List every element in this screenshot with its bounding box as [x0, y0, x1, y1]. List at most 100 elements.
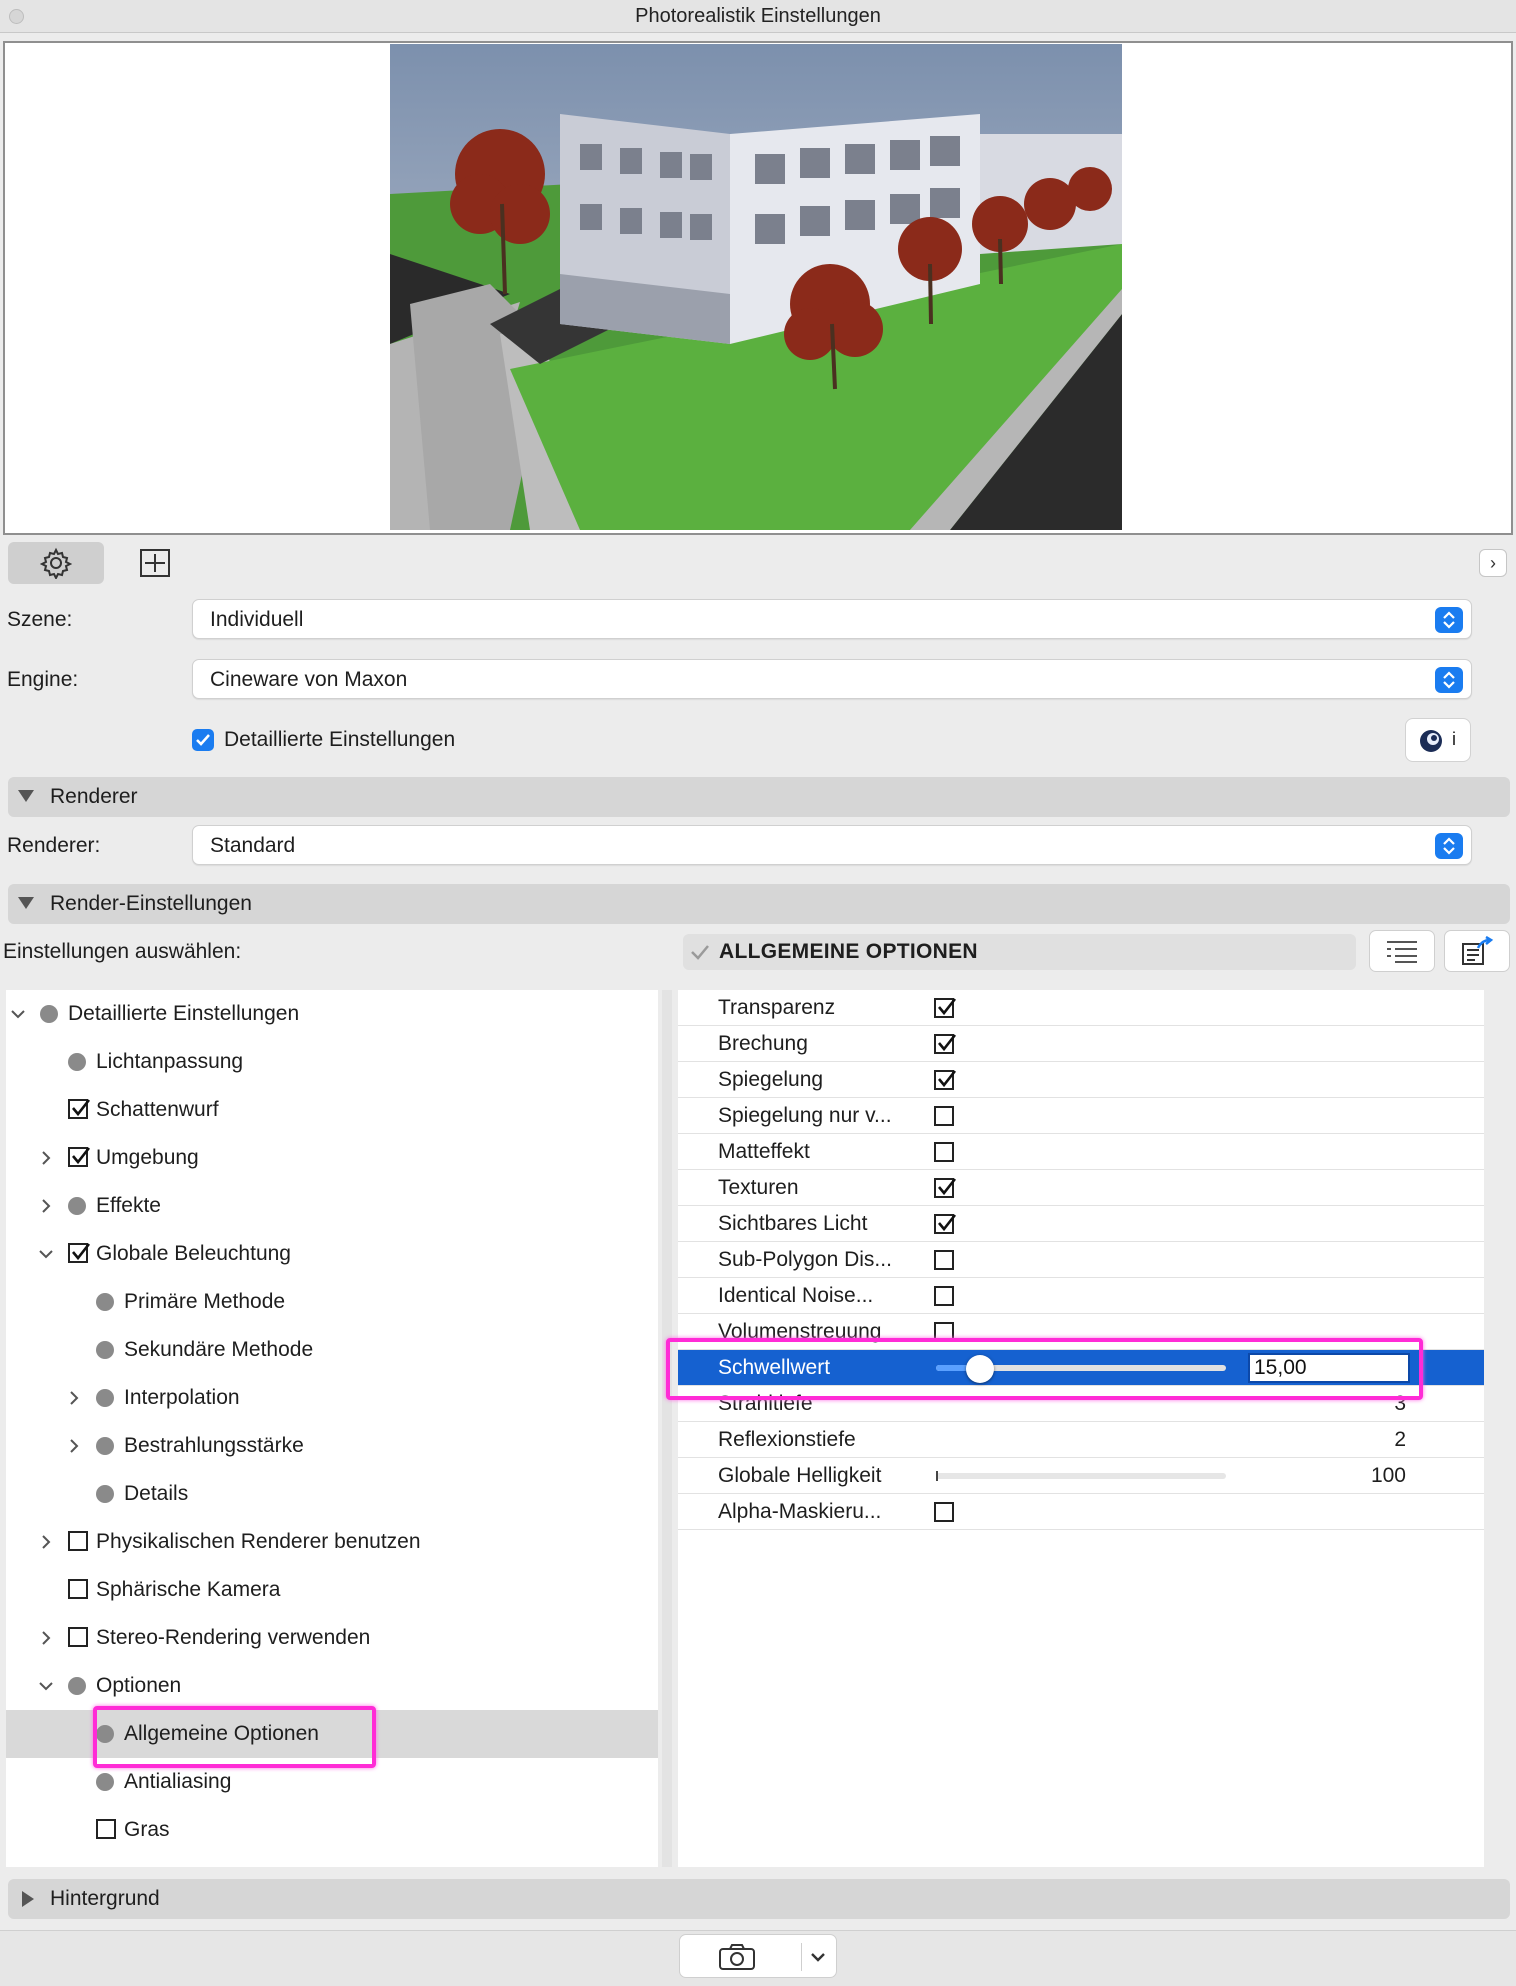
bullet-icon: [68, 1677, 86, 1695]
property-name: Globale Helligkeit: [718, 1464, 882, 1487]
chevron-down-icon[interactable]: [36, 1676, 56, 1696]
tree-row[interactable]: Globale Beleuchtung: [6, 1230, 658, 1278]
chevron-right-icon[interactable]: [64, 1436, 84, 1456]
property-row[interactable]: Globale Helligkeit 100: [678, 1458, 1484, 1494]
tree-row[interactable]: Sekundäre Methode: [6, 1326, 658, 1374]
renderer-select[interactable]: Standard: [192, 825, 1472, 865]
tree-row[interactable]: Effekte: [6, 1182, 658, 1230]
tree-row[interactable]: Umgebung: [6, 1134, 658, 1182]
background-section-header[interactable]: Hintergrund: [8, 1879, 1510, 1919]
property-name: Reflexionstiefe: [718, 1428, 856, 1451]
chevron-down-icon[interactable]: [8, 1004, 28, 1024]
scene-select[interactable]: Individuell: [192, 599, 1472, 639]
checkmark-icon: [72, 1099, 91, 1117]
tree-checkbox[interactable]: [68, 1531, 88, 1551]
list-view-button[interactable]: [1369, 930, 1435, 972]
tree-item-label: Bestrahlungsstärke: [124, 1434, 304, 1457]
property-checkbox[interactable]: [934, 1502, 954, 1522]
tree-row[interactable]: Lichtanpassung: [6, 1038, 658, 1086]
tree-row[interactable]: Bestrahlungsstärke: [6, 1422, 658, 1470]
tree-checkbox[interactable]: [68, 1627, 88, 1647]
bullet-icon: [68, 1053, 86, 1071]
detailed-settings-checkbox[interactable]: [192, 729, 214, 751]
tree-row[interactable]: Stereo-Rendering verwenden: [6, 1614, 658, 1662]
chevron-right-icon[interactable]: [36, 1532, 56, 1552]
property-checkbox[interactable]: [934, 1070, 957, 1090]
chevron-right-icon[interactable]: [64, 1388, 84, 1408]
expand-panel-button[interactable]: ›: [1479, 549, 1507, 577]
highlight-allgemeine-optionen: [93, 1706, 376, 1768]
property-row[interactable]: Identical Noise...: [678, 1278, 1484, 1314]
property-row[interactable]: Spiegelung nur v...: [678, 1098, 1484, 1134]
chevron-right-icon[interactable]: [36, 1148, 56, 1168]
bullet-icon: [96, 1437, 114, 1455]
property-row[interactable]: Texturen: [678, 1170, 1484, 1206]
checkmark-icon: [72, 1243, 91, 1261]
engine-select-value: Cineware von Maxon: [210, 668, 408, 691]
tree-checkbox[interactable]: [96, 1819, 116, 1839]
tree-item-label: Schattenwurf: [96, 1098, 219, 1121]
frame-size-button[interactable]: [118, 542, 192, 584]
tree-checkbox[interactable]: [68, 1579, 88, 1599]
tree-row[interactable]: Schattenwurf: [6, 1086, 658, 1134]
property-checkbox[interactable]: [934, 1250, 954, 1270]
property-row[interactable]: Sub-Polygon Dis...: [678, 1242, 1484, 1278]
tree-row[interactable]: Gras: [6, 1806, 658, 1854]
property-checkbox[interactable]: [934, 998, 957, 1018]
engine-select[interactable]: Cineware von Maxon: [192, 659, 1472, 699]
property-row[interactable]: Alpha-Maskieru...: [678, 1494, 1484, 1530]
property-name: Spiegelung: [718, 1068, 824, 1091]
window-title: Photorealistik Einstellungen: [635, 5, 881, 27]
property-row[interactable]: Matteffekt: [678, 1134, 1484, 1170]
chevron-right-icon[interactable]: [36, 1628, 56, 1648]
property-checkbox[interactable]: [934, 1142, 954, 1162]
tree-row[interactable]: Physikalischen Renderer benutzen: [6, 1518, 658, 1566]
checkmark-icon: [72, 1147, 91, 1165]
property-value[interactable]: 100: [1371, 1458, 1406, 1494]
tree-splitter[interactable]: [662, 990, 672, 1867]
property-name: Alpha-Maskieru...: [718, 1500, 882, 1523]
chevron-down-icon[interactable]: [36, 1244, 56, 1264]
checkmark-icon: [938, 1070, 957, 1088]
chevron-down-icon[interactable]: [810, 1951, 826, 1963]
property-row[interactable]: Reflexionstiefe 2: [678, 1422, 1484, 1458]
property-checkbox[interactable]: [934, 1286, 954, 1306]
export-settings-button[interactable]: [1444, 930, 1510, 972]
tree-row[interactable]: Interpolation: [6, 1374, 658, 1422]
property-row[interactable]: Brechung: [678, 1026, 1484, 1062]
tree-item-label: Stereo-Rendering verwenden: [96, 1626, 371, 1649]
tree-item-label: Globale Beleuchtung: [96, 1242, 291, 1265]
button-separator: [801, 1943, 802, 1971]
property-slider[interactable]: [936, 1471, 1226, 1481]
property-checkbox[interactable]: [934, 1106, 954, 1126]
engine-label: Engine:: [7, 668, 79, 691]
tree-row[interactable]: Sphärische Kamera: [6, 1566, 658, 1614]
property-checkbox[interactable]: [934, 1178, 957, 1198]
tree-row[interactable]: Primäre Methode: [6, 1278, 658, 1326]
property-checkbox[interactable]: [934, 1214, 957, 1234]
settings-tab-button[interactable]: [8, 542, 104, 584]
bullet-icon: [68, 1197, 86, 1215]
bullet-icon: [96, 1293, 114, 1311]
property-row[interactable]: Sichtbares Licht: [678, 1206, 1484, 1242]
tree-row[interactable]: Optionen: [6, 1662, 658, 1710]
render-button[interactable]: [679, 1934, 837, 1978]
list-icon: [1387, 941, 1417, 963]
property-row[interactable]: Spiegelung: [678, 1062, 1484, 1098]
tree-row[interactable]: Details: [6, 1470, 658, 1518]
tree-checkbox[interactable]: [68, 1099, 91, 1119]
cineware-info-button[interactable]: i: [1405, 718, 1471, 762]
renderer-section-header[interactable]: Renderer: [8, 777, 1510, 817]
camera-icon: [719, 1944, 755, 1970]
property-checkbox[interactable]: [934, 1034, 957, 1054]
property-value[interactable]: 2: [1394, 1422, 1406, 1458]
chevron-right-icon[interactable]: [36, 1196, 56, 1216]
property-row[interactable]: Transparenz: [678, 990, 1484, 1026]
renderer-select-value: Standard: [210, 834, 296, 857]
tree-checkbox[interactable]: [68, 1243, 91, 1263]
render-settings-section-header[interactable]: Render-Einstellungen: [8, 884, 1510, 924]
tree-checkbox[interactable]: [68, 1147, 91, 1167]
property-name: Sichtbares Licht: [718, 1212, 868, 1235]
tree-item-label: Interpolation: [124, 1386, 240, 1409]
tree-row[interactable]: Detaillierte Einstellungen: [6, 990, 658, 1038]
